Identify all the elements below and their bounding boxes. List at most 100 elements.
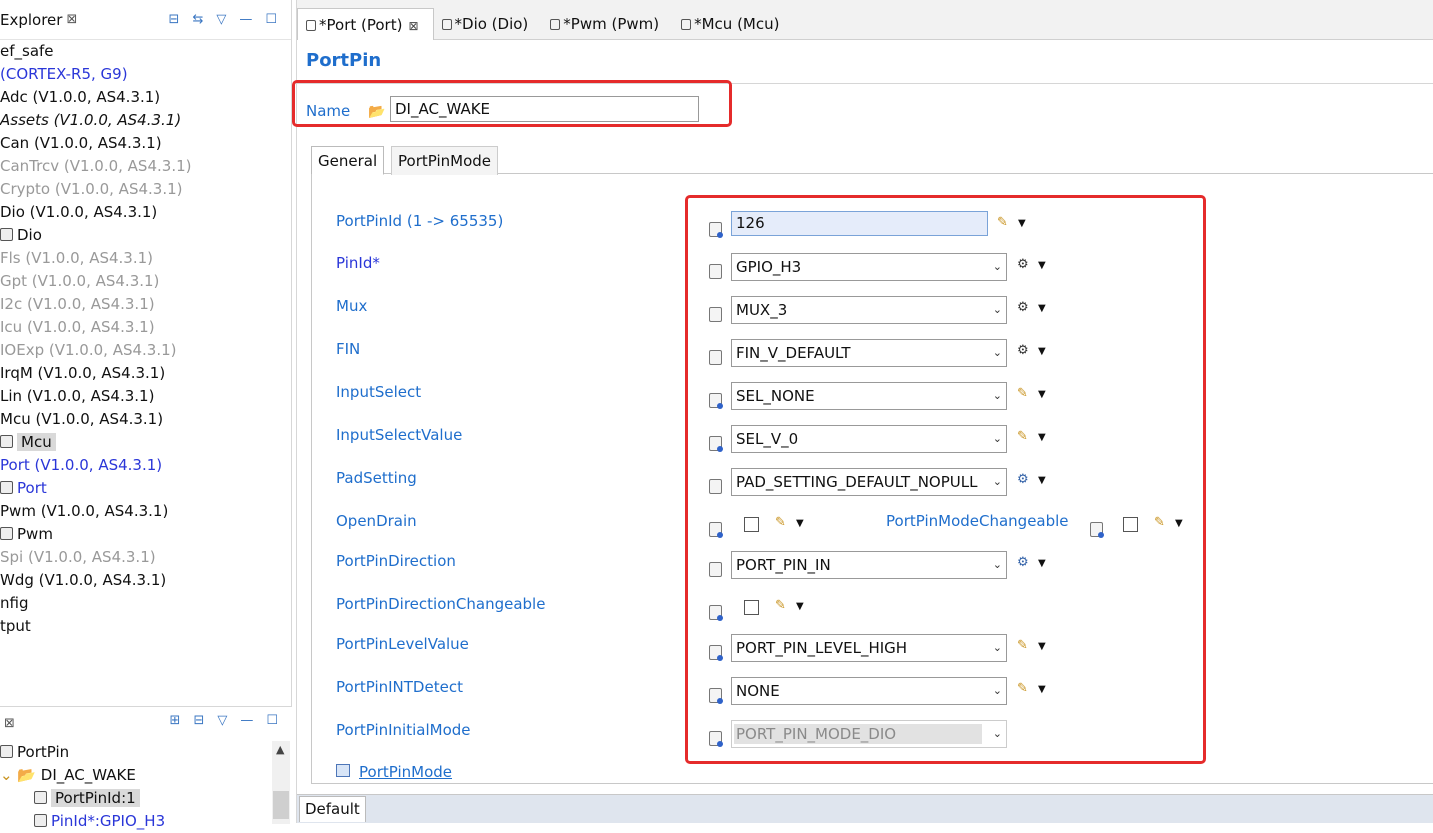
field-select[interactable]: PAD_SETTING_DEFAULT_NOPULL ⌄ bbox=[731, 468, 1007, 496]
minimize-icon[interactable]: — bbox=[239, 12, 252, 27]
tree-item[interactable]: Pwm (V1.0.0, AS4.3.1) bbox=[0, 500, 292, 523]
dropdown-icon[interactable]: ▼ bbox=[1038, 303, 1046, 314]
tree-item[interactable]: Mcu bbox=[0, 431, 292, 454]
dropdown-icon[interactable]: ▼ bbox=[1038, 684, 1046, 695]
chevron-down-icon[interactable]: ⌄ bbox=[993, 340, 1002, 366]
chevron-down-icon[interactable]: ⌄ bbox=[993, 678, 1002, 704]
dropdown-icon[interactable]: ▼ bbox=[796, 518, 804, 529]
tree-item[interactable]: Assets (V1.0.0, AS4.3.1) bbox=[0, 109, 292, 132]
name-input[interactable]: DI_AC_WAKE bbox=[390, 96, 699, 122]
tree-item[interactable]: Gpt (V1.0.0, AS4.3.1) bbox=[0, 270, 292, 293]
tree-item[interactable]: tput bbox=[0, 615, 292, 638]
dropdown-icon[interactable]: ▼ bbox=[1038, 260, 1046, 271]
pencil-icon[interactable]: ✎ bbox=[1154, 515, 1165, 530]
checkbox[interactable] bbox=[1123, 517, 1138, 532]
tree-item[interactable]: Port (V1.0.0, AS4.3.1) bbox=[0, 454, 292, 477]
field-select[interactable]: SEL_NONE ⌄ bbox=[731, 382, 1007, 410]
editor-tab[interactable]: *Dio (Dio) bbox=[434, 8, 543, 40]
portpinid-input[interactable]: 126 bbox=[731, 211, 988, 236]
tree-item[interactable]: IrqM (V1.0.0, AS4.3.1) bbox=[0, 362, 292, 385]
explorer-close-icon[interactable]: ⊠ bbox=[66, 12, 77, 27]
expand-folder-icon[interactable]: ⌄ 📂 bbox=[0, 766, 41, 784]
field-select[interactable]: PORT_PIN_LEVEL_HIGH ⌄ bbox=[731, 634, 1007, 662]
tab-default[interactable]: Default bbox=[299, 796, 366, 822]
outline-item[interactable]: PinId*:GPIO_H3 bbox=[0, 810, 268, 833]
tree-item[interactable]: Mcu (V1.0.0, AS4.3.1) bbox=[0, 408, 292, 431]
pencil-icon[interactable]: ✎ bbox=[1017, 429, 1028, 444]
tree-item[interactable]: Icu (V1.0.0, AS4.3.1) bbox=[0, 316, 292, 339]
maximize-icon[interactable]: ☐ bbox=[265, 12, 277, 27]
minimize-icon[interactable]: — bbox=[240, 713, 253, 728]
field-select[interactable]: NONE ⌄ bbox=[731, 677, 1007, 705]
chevron-down-icon[interactable]: ⌄ bbox=[993, 254, 1002, 280]
tree-item[interactable]: ef_safe bbox=[0, 40, 292, 63]
gear-icon[interactable]: ⚙ bbox=[1017, 257, 1029, 272]
outline-item[interactable]: PortPin bbox=[0, 741, 268, 764]
chevron-down-icon[interactable]: ⌄ bbox=[993, 383, 1002, 409]
tree-item[interactable]: Wdg (V1.0.0, AS4.3.1) bbox=[0, 569, 292, 592]
tree-item[interactable]: (CORTEX-R5, G9) bbox=[0, 63, 292, 86]
tree-item[interactable]: Crypto (V1.0.0, AS4.3.1) bbox=[0, 178, 292, 201]
maximize-icon[interactable]: ☐ bbox=[266, 713, 278, 728]
editor-tab[interactable]: *Pwm (Pwm) bbox=[542, 8, 673, 40]
collapse-all-icon[interactable]: ⊟ bbox=[169, 12, 180, 27]
field-select[interactable]: FIN_V_DEFAULT ⌄ bbox=[731, 339, 1007, 367]
tree-item[interactable]: CanTrcv (V1.0.0, AS4.3.1) bbox=[0, 155, 292, 178]
gear-icon[interactable]: ⚙ bbox=[1017, 555, 1029, 570]
tab-general[interactable]: General bbox=[311, 146, 385, 175]
scroll-up-icon[interactable]: ▲ bbox=[276, 743, 284, 756]
outline-scrollbar[interactable]: ▲ bbox=[272, 741, 290, 824]
tree-item[interactable]: Port bbox=[0, 477, 292, 500]
tree-item[interactable]: nfig bbox=[0, 592, 292, 615]
chevron-down-icon[interactable]: ⌄ bbox=[993, 469, 1002, 495]
tree-item[interactable]: IOExp (V1.0.0, AS4.3.1) bbox=[0, 339, 292, 362]
pencil-icon[interactable]: ✎ bbox=[1017, 386, 1028, 401]
dropdown-icon[interactable]: ▼ bbox=[1038, 432, 1046, 443]
collapse-all-icon[interactable]: ⊟ bbox=[193, 713, 204, 728]
portpinmode-link[interactable]: PortPinMode bbox=[359, 763, 452, 781]
field-select[interactable]: GPIO_H3 ⌄ bbox=[731, 253, 1007, 281]
field-select[interactable]: MUX_3 ⌄ bbox=[731, 296, 1007, 324]
chevron-down-icon[interactable]: ⌄ bbox=[993, 635, 1002, 661]
checkbox[interactable] bbox=[744, 600, 759, 615]
chevron-down-icon[interactable]: ⌄ bbox=[993, 721, 1002, 747]
tree-item[interactable]: Pwm bbox=[0, 523, 292, 546]
outline-item[interactable]: PortPinId:1 bbox=[0, 787, 268, 810]
scroll-thumb[interactable] bbox=[273, 791, 289, 819]
tree-item[interactable]: Can (V1.0.0, AS4.3.1) bbox=[0, 132, 292, 155]
chevron-down-icon[interactable]: ⌄ bbox=[993, 552, 1002, 578]
dropdown-icon[interactable]: ▼ bbox=[796, 601, 804, 612]
tree-item[interactable]: Lin (V1.0.0, AS4.3.1) bbox=[0, 385, 292, 408]
tree-item[interactable]: I2c (V1.0.0, AS4.3.1) bbox=[0, 293, 292, 316]
tab-portpinmode[interactable]: PortPinMode bbox=[391, 146, 498, 175]
tab-close-icon[interactable]: ⊠ bbox=[408, 19, 418, 33]
dropdown-icon[interactable]: ▼ bbox=[1175, 518, 1183, 529]
gear-icon[interactable]: ⚙ bbox=[1017, 472, 1029, 487]
outline-item[interactable]: ⌄ 📂 DI_AC_WAKE bbox=[0, 764, 268, 787]
chevron-down-icon[interactable]: ⌄ bbox=[993, 426, 1002, 452]
dropdown-icon[interactable]: ▼ bbox=[1038, 389, 1046, 400]
dropdown-icon[interactable]: ▼ bbox=[1038, 475, 1046, 486]
pencil-icon[interactable]: ✎ bbox=[997, 215, 1008, 230]
editor-tab[interactable]: *Mcu (Mcu) bbox=[673, 8, 793, 40]
pencil-icon[interactable]: ✎ bbox=[1017, 638, 1028, 653]
pencil-icon[interactable]: ✎ bbox=[1017, 681, 1028, 696]
dropdown-icon[interactable]: ▼ bbox=[1038, 346, 1046, 357]
tree-item[interactable]: Adc (V1.0.0, AS4.3.1) bbox=[0, 86, 292, 109]
pencil-icon[interactable]: ✎ bbox=[775, 598, 786, 613]
dropdown-icon[interactable]: ▼ bbox=[1038, 641, 1046, 652]
pencil-icon[interactable]: ✎ bbox=[775, 515, 786, 530]
gear-icon[interactable]: ⚙ bbox=[1017, 343, 1029, 358]
editor-tab[interactable]: *Port (Port) ⊠ bbox=[297, 8, 434, 40]
tree-item[interactable]: Spi (V1.0.0, AS4.3.1) bbox=[0, 546, 292, 569]
view-menu-icon[interactable]: ▽ bbox=[216, 12, 226, 27]
view-menu-icon[interactable]: ▽ bbox=[217, 713, 227, 728]
link-editor-icon[interactable]: ⇆ bbox=[192, 12, 203, 27]
outline-close-icon[interactable]: ⊠ bbox=[4, 716, 15, 731]
dropdown-icon[interactable]: ▼ bbox=[1018, 218, 1026, 229]
tree-item[interactable]: Dio (V1.0.0, AS4.3.1) bbox=[0, 201, 292, 224]
tree-item[interactable]: Fls (V1.0.0, AS4.3.1) bbox=[0, 247, 292, 270]
field-select[interactable]: SEL_V_0 ⌄ bbox=[731, 425, 1007, 453]
dropdown-icon[interactable]: ▼ bbox=[1038, 558, 1046, 569]
checkbox[interactable] bbox=[744, 517, 759, 532]
